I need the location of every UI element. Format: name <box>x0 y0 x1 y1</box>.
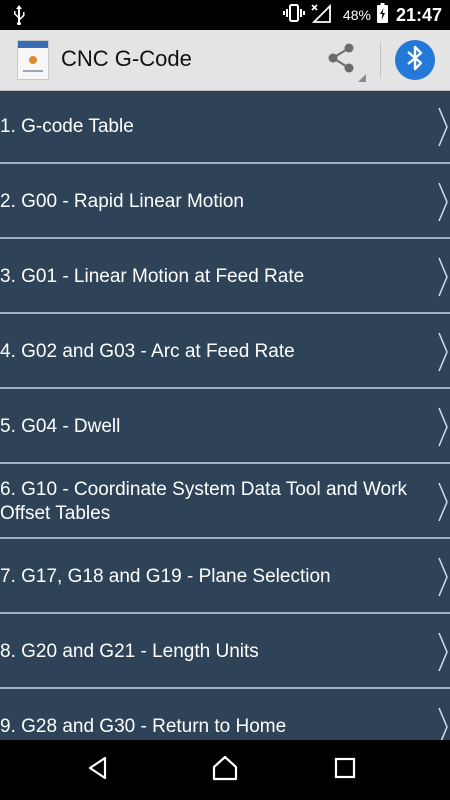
list-item[interactable]: 1. G-code Table <box>0 91 450 164</box>
share-button[interactable] <box>310 34 372 86</box>
chevron-right-icon <box>438 482 448 527</box>
back-button[interactable] <box>68 740 128 800</box>
list-item-label: 2. G00 - Rapid Linear Motion <box>0 190 244 212</box>
list-item-label: 7. G17, G18 and G19 - Plane Selection <box>0 565 331 587</box>
recents-button[interactable] <box>315 740 375 800</box>
list-item[interactable]: 9. G28 and G30 - Return to Home <box>0 691 450 740</box>
chevron-right-icon <box>438 632 448 677</box>
list-item-label: 8. G20 and G21 - Length Units <box>0 640 259 662</box>
share-icon <box>326 42 356 79</box>
bluetooth-icon <box>405 45 425 76</box>
chevron-right-icon <box>438 407 448 452</box>
home-icon <box>212 755 238 786</box>
list-item[interactable]: 5. G04 - Dwell <box>0 391 450 464</box>
recents-icon <box>334 757 356 784</box>
no-signal-icon <box>311 3 331 28</box>
back-icon <box>86 756 110 785</box>
list-item[interactable]: 7. G17, G18 and G19 - Plane Selection <box>0 541 450 614</box>
list-item[interactable]: 4. G02 and G03 - Arc at Feed Rate <box>0 316 450 389</box>
battery-charging-icon <box>376 2 388 28</box>
chevron-right-icon <box>438 557 448 602</box>
chevron-right-icon <box>438 332 448 377</box>
chevron-right-icon <box>438 107 448 152</box>
battery-percent: 48% <box>342 7 371 23</box>
list-item-label: 9. G28 and G30 - Return to Home <box>0 715 287 737</box>
topic-list: 1. G-code Table 2. G00 - Rapid Linear Mo… <box>0 91 450 740</box>
app-logo-icon <box>17 40 49 80</box>
list-item[interactable]: 2. G00 - Rapid Linear Motion <box>0 166 450 239</box>
home-button[interactable] <box>195 740 255 800</box>
list-item-label: 4. G02 and G03 - Arc at Feed Rate <box>0 340 295 362</box>
page-title: CNC G-Code <box>61 46 192 71</box>
navigation-bar <box>0 740 450 800</box>
bluetooth-button[interactable] <box>395 40 435 80</box>
vibrate-icon <box>282 3 305 27</box>
list-item[interactable]: 6. G10 - Coordinate System Data Tool and… <box>0 466 450 539</box>
list-item[interactable]: 3. G01 - Linear Motion at Feed Rate <box>0 241 450 314</box>
usb-icon <box>12 5 26 30</box>
chevron-right-icon <box>438 707 448 740</box>
list-item[interactable]: 8. G20 and G21 - Length Units <box>0 616 450 689</box>
clock: 21:47 <box>395 4 442 25</box>
list-item-label: 6. G10 - Coordinate System Data Tool and… <box>0 478 407 524</box>
chevron-right-icon <box>438 257 448 302</box>
overflow-indicator <box>358 74 366 82</box>
toolbar-divider <box>380 42 381 78</box>
list-item-label: 3. G01 - Linear Motion at Feed Rate <box>0 265 305 287</box>
list-item-label: 5. G04 - Dwell <box>0 415 121 437</box>
chevron-right-icon <box>438 182 448 227</box>
action-bar: CNC G-Code <box>0 30 450 91</box>
list-item-label: 1. G-code Table <box>0 115 134 137</box>
status-bar: 48% 21:47 <box>0 0 450 30</box>
